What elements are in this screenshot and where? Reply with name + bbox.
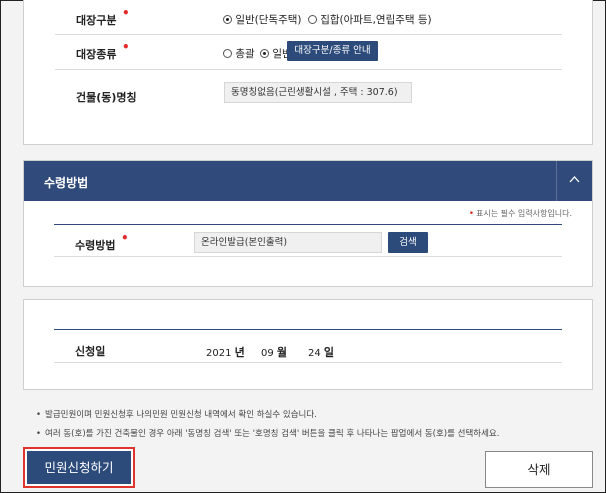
receipt-section-header[interactable]: 수령방법 <box>24 161 592 201</box>
application-day: 24 일 <box>308 346 335 359</box>
radio-collective[interactable] <box>307 15 317 24</box>
receipt-method-row: 수령방법 • 온라인발급(본인출력) 검색 <box>54 225 562 257</box>
radio-general-house[interactable] <box>223 15 232 24</box>
building-name-row: 건물(동)명칭 동명칭없음(근린생활시설 , 주택 : 307.6) <box>55 70 562 120</box>
receipt-method-label: 수령방법 • <box>75 231 129 252</box>
collapse-button[interactable] <box>556 161 592 201</box>
radio-general-house-label[interactable]: 일반(단독주택) <box>235 14 301 26</box>
register-kind-row: 대장종류 • 총괄 일반 대장구분/종류 안내 <box>55 35 562 70</box>
submit-button-label: 민원신청하기 <box>27 451 131 484</box>
register-kind-label: 대장종류 • <box>76 40 130 61</box>
receipt-panel: 수령방법 • 표시는 필수 입력사항입니다. 수령방법 • 온라인발급(본인출력) … <box>23 160 593 287</box>
building-info-panel: 대장구분 • 일반(단독주택) 집합(아파트,연립주택 등) 대장종류 • 총괄 일… <box>23 0 593 145</box>
receipt-section-title: 수령방법 <box>44 176 89 190</box>
receipt-search-button[interactable]: 검색 <box>388 232 428 253</box>
required-note: • 표시는 필수 입력사항입니다. <box>468 209 572 219</box>
application-year: 2021 년 <box>206 346 245 359</box>
radio-collective-label[interactable]: 집합(아파트,연립주택 등) <box>320 14 431 26</box>
radio-summary-label[interactable]: 총괄 <box>235 48 254 60</box>
register-kind-radios: 총괄 일반 <box>223 46 292 61</box>
building-name-field[interactable]: 동명칭없음(근린생활시설 , 주택 : 307.6) <box>224 82 412 103</box>
application-date-label: 신청일 <box>75 345 106 358</box>
submit-button[interactable]: 민원신청하기 <box>23 447 135 488</box>
register-type-radios: 일반(단독주택) 집합(아파트,연립주택 등) <box>223 12 432 27</box>
application-month: 09 월 <box>261 346 288 359</box>
register-type-row: 대장구분 • 일반(단독주택) 집합(아파트,연립주택 등) <box>55 0 562 35</box>
receipt-method-field[interactable]: 온라인발급(본인출력) <box>194 232 382 253</box>
application-panel: 신청일 2021 년 09 월 24 일 <box>23 299 593 390</box>
register-guide-button[interactable]: 대장구분/종류 안내 <box>287 41 378 61</box>
application-date-row: 신청일 2021 년 09 월 24 일 <box>54 330 562 363</box>
delete-button[interactable]: 삭제 <box>485 451 593 488</box>
radio-general[interactable] <box>260 49 270 58</box>
radio-summary[interactable] <box>223 49 232 58</box>
register-type-label: 대장구분 • <box>76 6 130 27</box>
note-item: • 발급민원이며 민원신청후 나의민원 민원신청 내역에서 확인 하실수 있습니다… <box>36 410 317 420</box>
chevron-up-icon <box>569 176 580 183</box>
building-name-label: 건물(동)명칭 <box>76 91 137 104</box>
note-item: • 여러 동(호)를 가진 건축물인 경우 아래 '동명칭 검색' 또는 '호명칭… <box>36 429 500 439</box>
